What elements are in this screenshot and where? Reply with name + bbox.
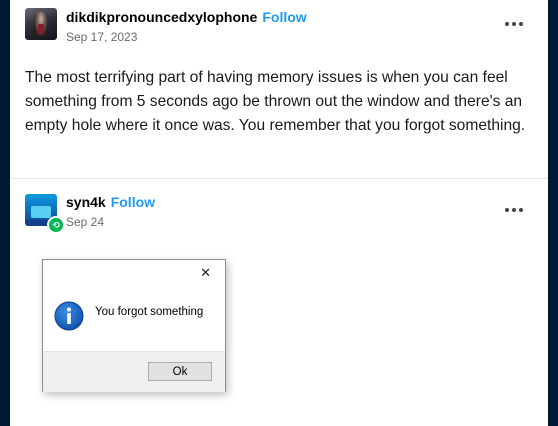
follow-button[interactable]: Follow xyxy=(262,9,306,25)
post-date[interactable]: Sep 24 xyxy=(66,215,155,229)
more-options-icon[interactable] xyxy=(502,12,526,36)
repost-icon: ⟲ xyxy=(47,216,65,234)
reblog-post: ⟲ syn4k Follow Sep 24 ✕ You forgot somet… xyxy=(10,179,548,426)
avatar[interactable] xyxy=(25,8,57,40)
post-feed: dikdikpronouncedxylophone Follow Sep 17,… xyxy=(10,0,548,426)
post: dikdikpronouncedxylophone Follow Sep 17,… xyxy=(10,0,548,178)
dialog-message: You forgot something xyxy=(95,306,204,318)
follow-button[interactable]: Follow xyxy=(111,194,155,210)
message-dialog: ✕ You forgot something Ok xyxy=(42,259,226,392)
post-body: The most terrifying part of having memor… xyxy=(25,69,526,134)
more-options-icon[interactable] xyxy=(502,198,526,222)
post-date[interactable]: Sep 17, 2023 xyxy=(66,30,307,44)
dialog-footer: Ok xyxy=(43,351,225,392)
post-header: dikdikpronouncedxylophone Follow Sep 17,… xyxy=(66,9,307,44)
username[interactable]: dikdikpronouncedxylophone xyxy=(66,9,257,25)
username[interactable]: syn4k xyxy=(66,194,106,210)
close-icon: ✕ xyxy=(200,266,211,281)
post-header: syn4k Follow Sep 24 xyxy=(66,194,155,229)
ok-button: Ok xyxy=(148,362,212,381)
info-icon xyxy=(54,301,84,331)
